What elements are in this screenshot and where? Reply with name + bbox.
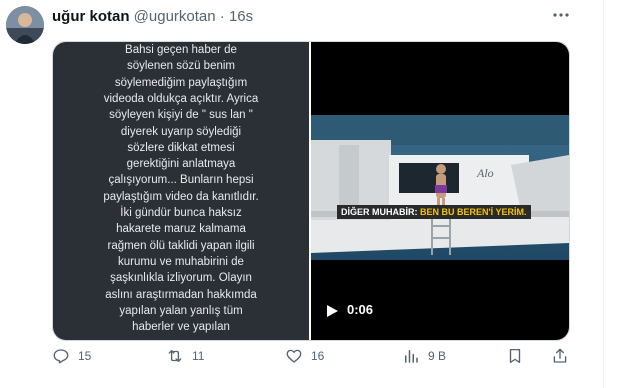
bookmark-button[interactable] (506, 346, 532, 366)
video-frame: Alo (311, 115, 569, 260)
heart-icon (286, 349, 302, 363)
header-separator: · (219, 8, 225, 25)
repost-icon (168, 350, 182, 362)
note-line: söylemediğim paylaştığım (114, 76, 248, 89)
like-count: 16 (311, 349, 325, 363)
note-line: gerektiğini anlatmaya (126, 158, 236, 171)
timeline-column-border (603, 0, 604, 388)
caption-speaker: DİĞER MUHABİR: (341, 207, 420, 217)
share-button[interactable] (551, 346, 577, 366)
yacht-name: Alo (476, 166, 494, 180)
views-count: 9 B (428, 349, 447, 363)
note-line: İki gündür bunca haksız (120, 207, 242, 219)
repost-button[interactable]: 11 (166, 346, 204, 366)
play-icon (327, 305, 338, 317)
note-line: paylaştığım video da kanıtlıdır. (103, 190, 259, 203)
video-caption: DİĞER MUHABİR: BEN BU BEREN'İ YERİM. (337, 205, 531, 219)
reply-count: 15 (78, 349, 92, 363)
views-chart-icon (405, 350, 418, 363)
note-line: söylenen sözü benim (126, 60, 236, 73)
note-text: Bahsi geçen haber de söylenen sözü benim s… (53, 42, 309, 340)
more-icon (553, 13, 569, 17)
play-button[interactable] (325, 304, 339, 318)
note-line: kurumu ve muhabirini de (118, 255, 244, 268)
more-options-button[interactable] (552, 6, 570, 29)
views-button[interactable]: 9 B (402, 346, 446, 366)
avatar-photo (6, 6, 44, 44)
author-handle[interactable]: @ugurkotan (134, 8, 216, 25)
note-line: diyerek uyarıp söylediği (120, 125, 242, 138)
tweet-header: uğur kotan @ugurkotan · 16s (52, 8, 253, 25)
repost-count: 11 (192, 349, 205, 363)
tweet-media[interactable]: Bahsi geçen haber de söylenen sözü benim s… (52, 41, 570, 341)
note-line: videoda oldukça açıktır. Ayrica (103, 92, 259, 105)
caption-quote: BEN BU BEREN'İ YERİM. (420, 207, 527, 217)
note-line: hakarete maruz kalmama (116, 223, 246, 236)
note-line: aslını araştırmadan hakkımda (105, 288, 257, 301)
share-icon (553, 348, 567, 363)
reply-button[interactable]: 15 (52, 346, 91, 366)
reply-icon (53, 349, 69, 364)
media-image-note[interactable]: Bahsi geçen haber de söylenen sözü benim s… (53, 42, 309, 340)
note-line: söyleyen kişiyi de " sus lan " (109, 109, 253, 122)
avatar[interactable] (6, 6, 44, 44)
note-line: şaşkınlıkla izliyorum. Olayın (110, 272, 252, 285)
bookmark-icon (509, 348, 521, 364)
media-video[interactable]: Alo DİĞER MUHABİR: BEN BU BEREN'İ YERİM.… (311, 42, 569, 340)
video-duration: 0:06 (347, 302, 374, 317)
note-line: çalışıyorum... Bunların hepsi (108, 174, 254, 187)
tweet-timestamp[interactable]: 16s (229, 8, 253, 25)
author-name[interactable]: uğur kotan (52, 8, 130, 25)
note-line: haberler ve yapılan (132, 321, 230, 334)
like-button[interactable]: 16 (285, 346, 324, 366)
note-line: yapılan yalan yanlış tüm (119, 304, 243, 317)
note-line: rağmen ölü taklidi yapan ilgili (107, 239, 255, 252)
note-line: Bahsi geçen haber de (125, 44, 237, 56)
note-line: sözlere dikkat etmesi (127, 141, 235, 154)
